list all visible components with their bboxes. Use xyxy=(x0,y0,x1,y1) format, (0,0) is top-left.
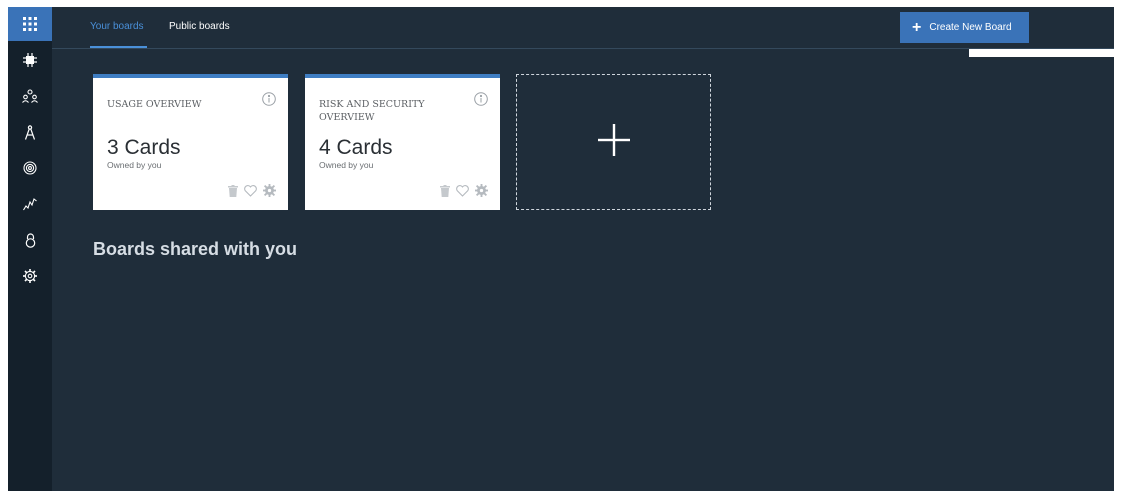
shared-boards-heading: Boards shared with you xyxy=(93,239,298,259)
activity-chart-icon xyxy=(23,197,37,211)
sidebar-item-compass[interactable] xyxy=(8,117,52,147)
sidebar-item-settings[interactable] xyxy=(8,261,52,291)
active-tab-indicator xyxy=(90,46,147,48)
sidebar-item-apps[interactable] xyxy=(8,7,52,41)
apps-grid-icon xyxy=(23,17,37,31)
info-icon[interactable] xyxy=(474,92,488,111)
sidebar-item-activity[interactable] xyxy=(8,189,52,219)
board-card-usage-overview[interactable]: USAGE OVERVIEW 3 Cards Owned by you xyxy=(93,74,288,210)
trash-icon[interactable] xyxy=(440,184,450,197)
sidebar-item-lock[interactable] xyxy=(8,225,52,255)
sidebar-item-badge[interactable] xyxy=(8,153,52,183)
tab-your-boards[interactable]: Your boards xyxy=(90,21,144,33)
gear-icon[interactable] xyxy=(263,184,276,197)
heart-icon[interactable] xyxy=(456,184,469,197)
gear-icon[interactable] xyxy=(475,184,488,197)
board-actions xyxy=(228,184,276,197)
board-owner: Owned by you xyxy=(319,160,374,170)
create-new-board-label: Create New Board xyxy=(929,22,1012,33)
board-actions xyxy=(440,184,488,197)
overlay-strip xyxy=(969,49,1114,57)
lock-icon xyxy=(24,232,37,248)
info-icon[interactable] xyxy=(262,92,276,111)
board-card-risk-security-overview[interactable]: RISK AND SECURITY OVERVIEW 4 Cards Owned… xyxy=(305,74,500,210)
app-frame: Your boards Public boards + Create New B… xyxy=(8,7,1114,491)
chip-icon xyxy=(23,53,37,67)
settings-icon xyxy=(23,269,37,283)
board-title: USAGE OVERVIEW xyxy=(107,99,202,110)
add-plus-icon xyxy=(597,123,630,161)
badge-icon xyxy=(23,161,37,175)
compass-icon xyxy=(24,124,36,140)
create-new-board-button[interactable]: + Create New Board xyxy=(900,12,1029,43)
users-icon xyxy=(22,89,38,103)
board-title: RISK AND SECURITY OVERVIEW xyxy=(319,99,425,123)
tab-public-boards[interactable]: Public boards xyxy=(169,21,230,33)
board-card-count: 3 Cards xyxy=(107,136,181,159)
add-board-button[interactable] xyxy=(516,74,711,210)
heart-icon[interactable] xyxy=(244,184,257,197)
trash-icon[interactable] xyxy=(228,184,238,197)
sidebar-item-chip[interactable] xyxy=(8,45,52,75)
board-card-count: 4 Cards xyxy=(319,136,393,159)
sidebar-item-users[interactable] xyxy=(8,81,52,111)
board-owner: Owned by you xyxy=(107,160,162,170)
plus-icon: + xyxy=(912,18,922,36)
sidebar xyxy=(8,7,52,491)
